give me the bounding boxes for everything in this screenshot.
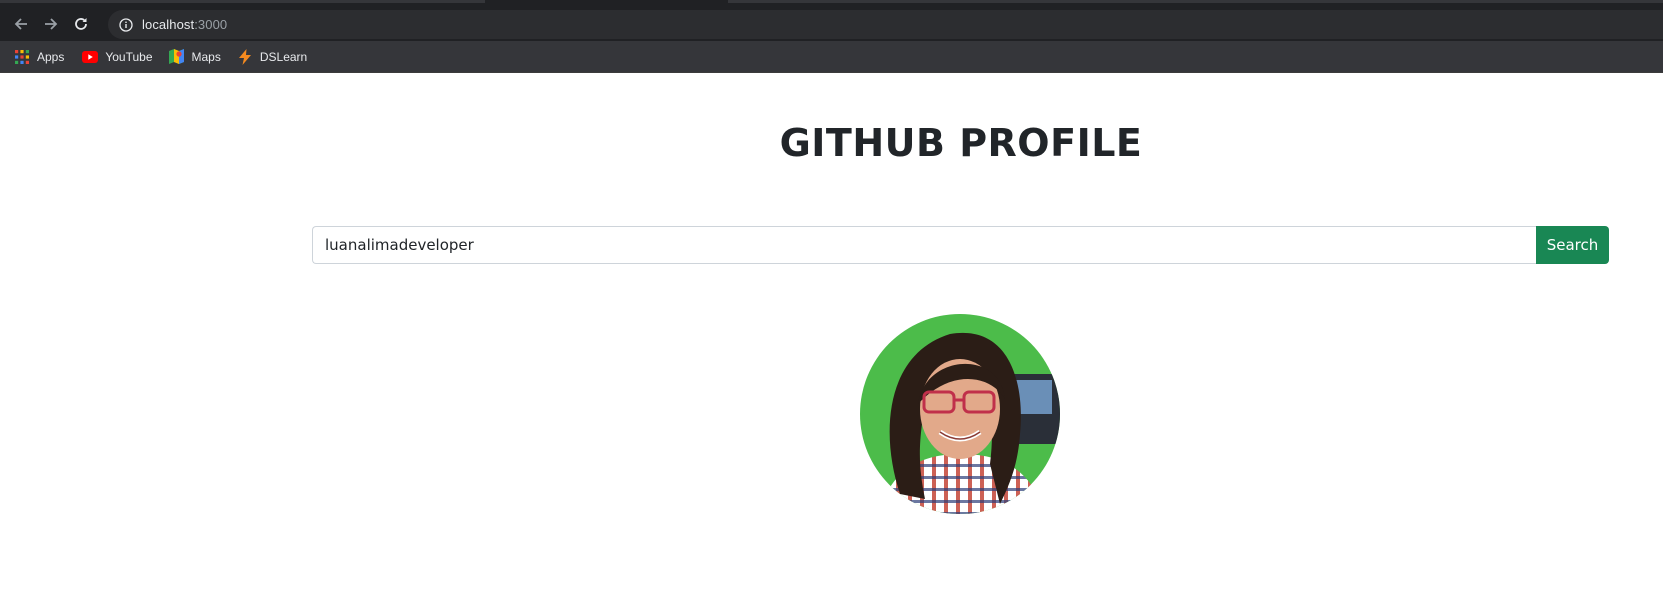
browser-toolbar: localhost:3000 (0, 7, 1663, 41)
bookmark-youtube[interactable]: YouTube (82, 49, 153, 65)
maps-icon (169, 49, 185, 65)
apps-grid-icon (14, 49, 30, 65)
search-button[interactable]: Search (1536, 226, 1609, 264)
bookmark-label: Maps (191, 49, 221, 64)
reload-icon (75, 18, 87, 30)
avatar (860, 314, 1060, 514)
arrow-right-icon (45, 18, 58, 30)
arrow-left-icon (14, 18, 27, 30)
youtube-icon (82, 49, 99, 65)
forward-button[interactable] (36, 10, 66, 38)
info-icon[interactable] (118, 17, 134, 33)
lightning-bolt-icon (237, 48, 253, 65)
bookmark-maps[interactable]: Maps (169, 49, 221, 65)
search-input[interactable] (312, 226, 1536, 264)
bookmark-label: Apps (37, 49, 65, 64)
bookmark-label: DSLearn (259, 49, 308, 64)
url-host: localhost (142, 17, 195, 32)
back-button[interactable] (6, 10, 36, 38)
url-text: localhost:3000 (142, 17, 227, 32)
tab-edge-left (0, 0, 485, 3)
profile-photo (860, 314, 1060, 514)
page-title: GITHUB PROFILE (779, 121, 1143, 165)
bookmark-dslearn[interactable]: DSLearn (237, 48, 308, 65)
url-port: :3000 (194, 17, 228, 32)
page-content: GITHUB PROFILE Search (0, 73, 1663, 612)
tab-edge-right (728, 0, 1663, 3)
browser-tab-strip (0, 0, 1663, 7)
address-bar[interactable]: localhost:3000 (108, 10, 1663, 39)
search-form: Search (312, 226, 1609, 264)
bookmark-apps[interactable]: Apps (14, 49, 64, 65)
reload-button[interactable] (66, 10, 96, 38)
bookmarks-bar: Apps YouTube Maps DSLearn (0, 41, 1663, 73)
bookmark-label: YouTube (105, 49, 153, 64)
